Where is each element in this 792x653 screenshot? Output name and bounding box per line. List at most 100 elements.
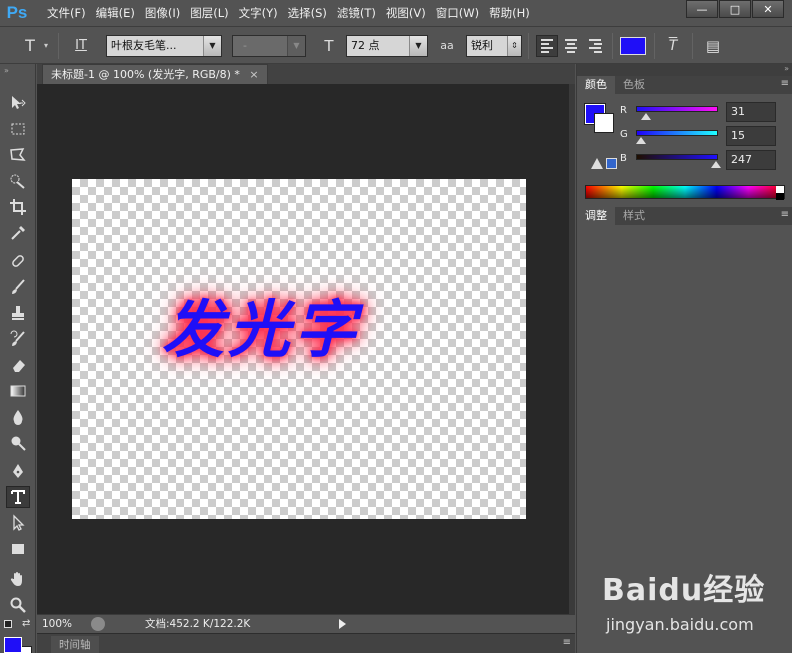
green-slider-thumb[interactable]	[635, 137, 646, 144]
font-family-select[interactable]: 叶根友毛笔... ▼	[106, 35, 222, 57]
green-label: G	[620, 129, 628, 140]
canvas-workspace: 发光字	[37, 84, 575, 614]
text-tool-preset-icon[interactable]: T	[18, 35, 42, 57]
red-slider-track[interactable]	[636, 106, 718, 112]
font-style-select[interactable]: - ▼	[232, 35, 306, 57]
antialias-select[interactable]: 锐利 ⇕	[466, 35, 522, 57]
brush-tool-icon[interactable]	[6, 276, 30, 298]
dodge-tool-icon[interactable]	[6, 432, 30, 454]
document-canvas[interactable]: 发光字	[72, 179, 526, 519]
swap-colors-icon[interactable]: ⇄	[22, 618, 30, 629]
blue-value-input[interactable]: 247	[726, 150, 776, 170]
crop-tool-icon[interactable]	[6, 196, 30, 218]
rectangle-tool-icon[interactable]	[6, 538, 30, 560]
hand-tool-icon[interactable]	[6, 568, 30, 590]
menu-file[interactable]: 文件(F)	[42, 0, 91, 26]
document-tab[interactable]: 未标题-1 @ 100% (发光字, RGB/8) * ×	[42, 64, 268, 84]
zoom-level[interactable]: 100%	[37, 618, 87, 630]
red-slider-thumb[interactable]	[640, 113, 651, 120]
collapse-arrows-icon[interactable]: »	[4, 66, 9, 75]
menu-window[interactable]: 窗口(W)	[431, 0, 484, 26]
document-tab-bar: 未标题-1 @ 100% (发光字, RGB/8) * ×	[37, 64, 575, 84]
status-bar: 100% 文档:452.2 K/122.2K	[37, 614, 575, 632]
align-center-button[interactable]	[560, 35, 582, 57]
panel-menu-icon[interactable]: ≡	[781, 78, 789, 89]
path-selection-tool-icon[interactable]	[6, 512, 30, 534]
separator	[692, 33, 693, 59]
timeline-panel: 时间轴 ≡	[37, 633, 575, 653]
adjustments-panel-tabs: 调整 样式 ≡	[577, 207, 792, 225]
glowing-text-layer[interactable]: 发光字	[162, 279, 360, 369]
eyedropper-tool-icon[interactable]	[6, 222, 30, 244]
menu-type[interactable]: 文字(Y)	[234, 0, 283, 26]
maximize-button[interactable]: □	[719, 0, 751, 18]
tab-adjustments[interactable]: 调整	[577, 207, 615, 225]
antialias-value: 锐利	[471, 39, 493, 52]
menu-help[interactable]: 帮助(H)	[484, 0, 535, 26]
history-brush-tool-icon[interactable]	[6, 328, 30, 350]
close-icon[interactable]: ×	[249, 68, 258, 81]
blue-slider-track[interactable]	[636, 154, 718, 160]
align-right-button[interactable]	[584, 35, 606, 57]
align-left-button[interactable]	[536, 35, 558, 57]
tab-styles[interactable]: 样式	[615, 207, 653, 225]
text-orientation-icon[interactable]: IT	[68, 35, 94, 57]
red-value-input[interactable]: 31	[726, 102, 776, 122]
eraser-tool-icon[interactable]	[6, 354, 30, 376]
blue-slider-thumb[interactable]	[710, 161, 721, 168]
font-size-select[interactable]: 72 点 ▼	[346, 35, 428, 57]
menu-image[interactable]: 图像(I)	[140, 0, 185, 26]
healing-brush-tool-icon[interactable]	[6, 250, 30, 272]
default-colors-icon[interactable]	[4, 620, 12, 628]
zoom-tool-icon[interactable]	[6, 594, 30, 616]
font-size-icon: T	[324, 37, 334, 55]
panel-menu-icon[interactable]: ≡	[563, 637, 571, 648]
clone-stamp-tool-icon[interactable]	[6, 302, 30, 324]
lasso-tool-icon[interactable]	[6, 144, 30, 166]
font-size-value: 72 点	[351, 39, 380, 52]
character-panel-icon[interactable]: ▤	[702, 35, 724, 57]
color-panel-tabs: 颜色 色板 ≡	[577, 76, 792, 94]
photoshop-logo: Ps	[6, 3, 28, 22]
timeline-tab[interactable]: 时间轴	[51, 636, 99, 653]
red-label: R	[620, 105, 627, 116]
preset-dropdown-arrow-icon[interactable]: ▾	[44, 35, 52, 57]
tab-color[interactable]: 颜色	[577, 76, 615, 94]
vertical-scrollbar[interactable]	[569, 84, 575, 614]
quick-selection-tool-icon[interactable]	[6, 170, 30, 192]
separator	[612, 33, 613, 59]
minimize-button[interactable]: —	[686, 0, 718, 18]
green-slider-track[interactable]	[636, 130, 718, 136]
move-tool-icon[interactable]	[6, 92, 30, 114]
menu-select[interactable]: 选择(S)	[283, 0, 332, 26]
blur-tool-icon[interactable]	[6, 406, 30, 428]
color-spectrum-bar[interactable]	[585, 185, 785, 200]
close-button[interactable]: ✕	[752, 0, 784, 18]
gradient-tool-icon[interactable]	[6, 380, 30, 402]
expand-arrows-icon[interactable]: »	[784, 64, 789, 73]
foreground-color-swatch[interactable]	[4, 637, 22, 653]
background-color-swatch[interactable]	[594, 113, 614, 133]
pen-tool-icon[interactable]	[6, 460, 30, 482]
menu-layer[interactable]: 图层(L)	[185, 0, 233, 26]
separator	[58, 33, 59, 59]
watermark-url: jingyan.baidu.com	[606, 615, 754, 634]
marquee-tool-icon[interactable]	[6, 118, 30, 140]
menu-view[interactable]: 视图(V)	[381, 0, 431, 26]
menu-edit[interactable]: 编辑(E)	[91, 0, 140, 26]
warp-text-icon[interactable]: T	[662, 35, 684, 57]
gamut-color-swatch[interactable]	[606, 158, 617, 169]
type-tool-icon[interactable]	[6, 486, 30, 508]
black-white-ramp[interactable]	[776, 186, 784, 200]
blue-channel-slider[interactable]: B 247	[620, 150, 790, 177]
status-settings-icon[interactable]	[91, 616, 105, 631]
out-of-gamut-warning-icon[interactable]	[591, 158, 603, 169]
green-value-input[interactable]: 15	[726, 126, 776, 146]
tab-swatches[interactable]: 色板	[615, 76, 653, 94]
status-menu-arrow-icon[interactable]	[339, 618, 346, 629]
panel-menu-icon[interactable]: ≡	[781, 209, 789, 220]
menu-filter[interactable]: 滤镜(T)	[332, 0, 381, 26]
text-color-swatch[interactable]	[620, 37, 646, 55]
watermark-logo: Baidu经验	[602, 573, 766, 608]
chevron-updown-icon: ⇕	[507, 36, 521, 56]
